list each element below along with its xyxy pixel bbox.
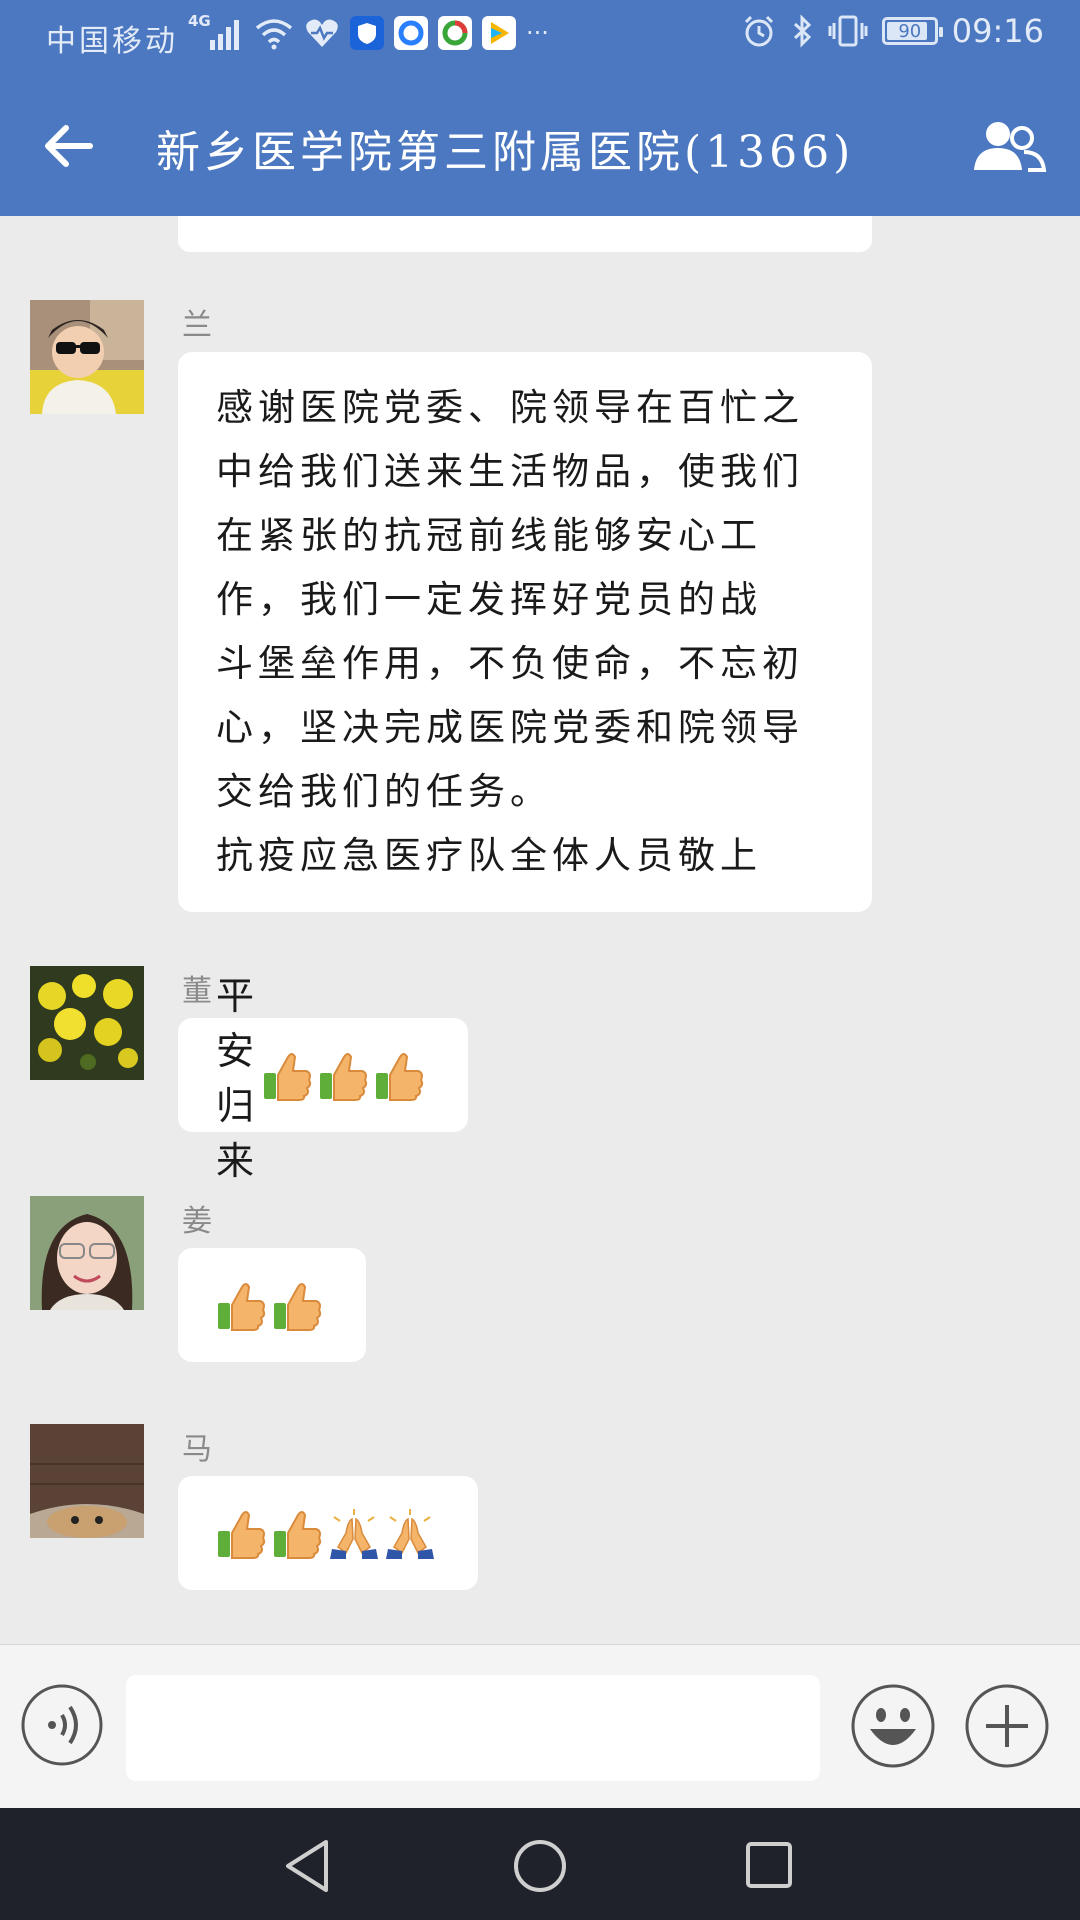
emoji-group	[216, 1279, 328, 1331]
message-list[interactable]: 兰岚 感谢医院党委、院领导在百忙之 中给我们送来生活物品，使我们 在紧张的抗冠前…	[0, 216, 1080, 1644]
emoji-group	[216, 1507, 440, 1559]
previous-message-bubble	[178, 216, 872, 252]
system-nav-bar	[0, 1808, 1080, 1920]
chat-header: 新乡医学院第三附属医院(1366)	[0, 72, 1080, 216]
message-line: 抗疫应急医疗队全体人员敬上	[216, 834, 762, 877]
message-line: 在紧张的抗冠前线能够安心工	[216, 514, 762, 557]
thumbs-up-icon	[274, 1511, 322, 1559]
message-text: 平安归来	[216, 974, 261, 1183]
thumbs-up-icon	[218, 1283, 266, 1331]
status-bar: 中国移动 4G ··· 90 09:16	[0, 0, 1080, 72]
thumbs-up-icon	[320, 1053, 368, 1101]
avatar[interactable]	[30, 966, 144, 1080]
thumbs-up-icon	[264, 1053, 312, 1101]
nav-home-icon[interactable]	[512, 1838, 568, 1894]
message-line: 交给我们的任务。	[216, 770, 552, 813]
folded-hands-icon	[386, 1509, 434, 1559]
carrier-label: 中国移动	[46, 24, 178, 59]
security-app-icon	[350, 16, 384, 50]
nav-back-icon[interactable]	[282, 1838, 332, 1894]
bluetooth-icon	[793, 14, 811, 48]
input-bar	[0, 1644, 1080, 1809]
clock: 09:16	[951, 12, 1044, 50]
battery-indicator: 90	[881, 17, 943, 45]
message-line: 感谢医院党委、院领导在百忙之	[216, 386, 804, 429]
message-bubble[interactable]	[178, 1476, 478, 1590]
thumbs-up-icon	[376, 1053, 424, 1101]
group-members-icon[interactable]	[968, 116, 1048, 176]
video-app-icon	[482, 16, 516, 50]
status-icons: ···	[208, 16, 549, 50]
health-icon	[306, 19, 338, 47]
avatar[interactable]	[30, 1424, 144, 1538]
plus-icon[interactable]	[964, 1683, 1050, 1769]
message-line: 斗堡垒作用，不负使命，不忘初	[216, 642, 804, 685]
nav-recent-apps-icon[interactable]	[744, 1840, 794, 1890]
message-line: 心，坚决完成医院党委和院领导	[216, 706, 804, 749]
status-right: 90 09:16	[742, 12, 1044, 50]
wifi-icon	[255, 19, 293, 50]
message-input[interactable]	[126, 1675, 820, 1781]
message-bubble[interactable]: 感谢医院党委、院领导在百忙之 中给我们送来生活物品，使我们 在紧张的抗冠前线能够…	[178, 352, 872, 912]
browser-app-icon	[394, 16, 428, 50]
thumbs-up-icon	[274, 1283, 322, 1331]
signal-icon	[210, 20, 239, 50]
thumbs-up-icon	[218, 1511, 266, 1559]
message-line: 作，我们一定发挥好党员的战	[216, 578, 762, 621]
message-bubble[interactable]	[178, 1248, 366, 1362]
message-line: 中给我们送来生活物品，使我们	[216, 450, 804, 493]
avatar[interactable]	[30, 1196, 144, 1310]
app-icon	[438, 16, 472, 50]
more-notifications: ···	[526, 19, 549, 47]
battery-level: 90	[898, 20, 922, 42]
avatar[interactable]	[30, 300, 144, 414]
message-bubble[interactable]: 平安归来	[178, 974, 469, 1183]
smiley-icon[interactable]	[850, 1683, 936, 1769]
alarm-icon	[744, 15, 773, 47]
vibrate-icon	[828, 15, 868, 47]
voice-icon[interactable]	[20, 1683, 104, 1767]
arrow-left-icon[interactable]	[40, 116, 100, 176]
group-title: 新乡医学院第三附属医院(1366)	[156, 127, 855, 178]
emoji-group	[262, 1049, 430, 1101]
folded-hands-icon	[330, 1509, 378, 1559]
